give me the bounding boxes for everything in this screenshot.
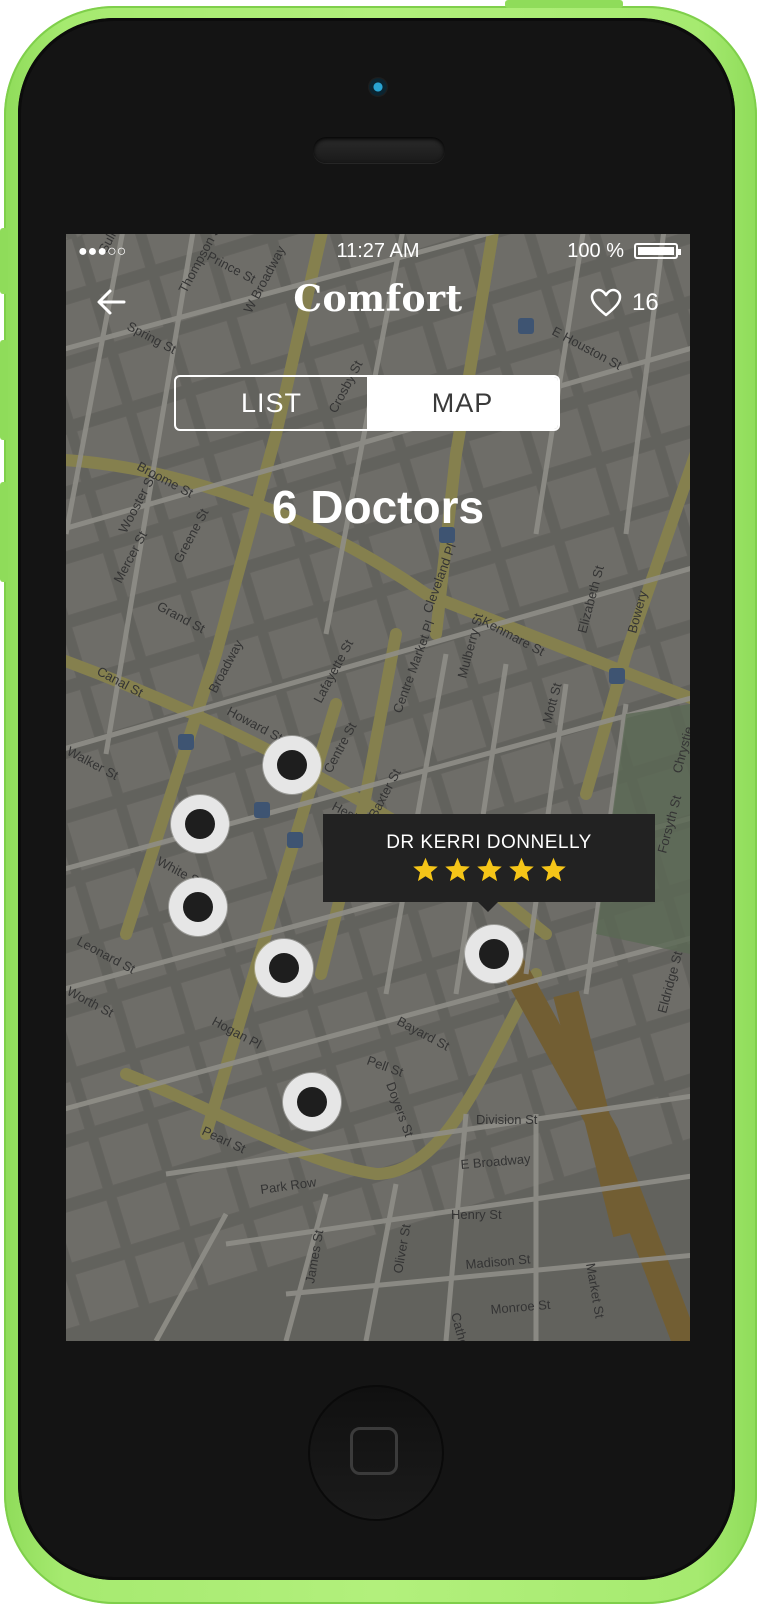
doctor-pin[interactable] bbox=[255, 939, 313, 997]
heart-outline-icon bbox=[590, 288, 622, 317]
app-screen: Thompson St Prince St W Broadway Spring … bbox=[66, 234, 690, 1341]
doctor-pin[interactable] bbox=[169, 878, 227, 936]
star-icon bbox=[476, 857, 502, 882]
rating-stars bbox=[323, 856, 655, 884]
doctor-name: DR KERRI DONNELLY bbox=[386, 832, 592, 853]
results-title: 6 Doctors bbox=[271, 481, 485, 533]
battery-icon bbox=[634, 243, 681, 259]
tab-list[interactable]: LIST bbox=[176, 377, 367, 429]
favorites-count: 16 bbox=[632, 289, 659, 316]
doctor-pin[interactable] bbox=[283, 1073, 341, 1131]
status-bar: ●●●○○ 11:27 AM 100 % bbox=[66, 234, 690, 270]
battery-percent: 100 % bbox=[567, 240, 624, 262]
star-icon bbox=[412, 857, 438, 882]
doctor-callout[interactable]: DR KERRI DONNELLY bbox=[323, 814, 655, 912]
home-button-icon bbox=[350, 1427, 398, 1475]
favorites-button[interactable] bbox=[590, 288, 622, 318]
tab-map[interactable]: MAP bbox=[367, 377, 558, 429]
view-toggle: LIST MAP bbox=[174, 375, 560, 431]
star-icon bbox=[540, 857, 566, 882]
earpiece-speaker bbox=[313, 137, 445, 163]
doctor-pin-selected[interactable] bbox=[465, 925, 523, 983]
front-camera bbox=[368, 77, 388, 97]
power-button bbox=[505, 0, 623, 8]
doctor-pin[interactable] bbox=[171, 795, 229, 853]
star-icon bbox=[444, 857, 470, 882]
volume-up-button bbox=[0, 340, 8, 440]
doctor-pin[interactable] bbox=[263, 736, 321, 794]
volume-down-button bbox=[0, 482, 8, 582]
mute-switch bbox=[0, 228, 8, 294]
star-icon bbox=[508, 857, 534, 882]
